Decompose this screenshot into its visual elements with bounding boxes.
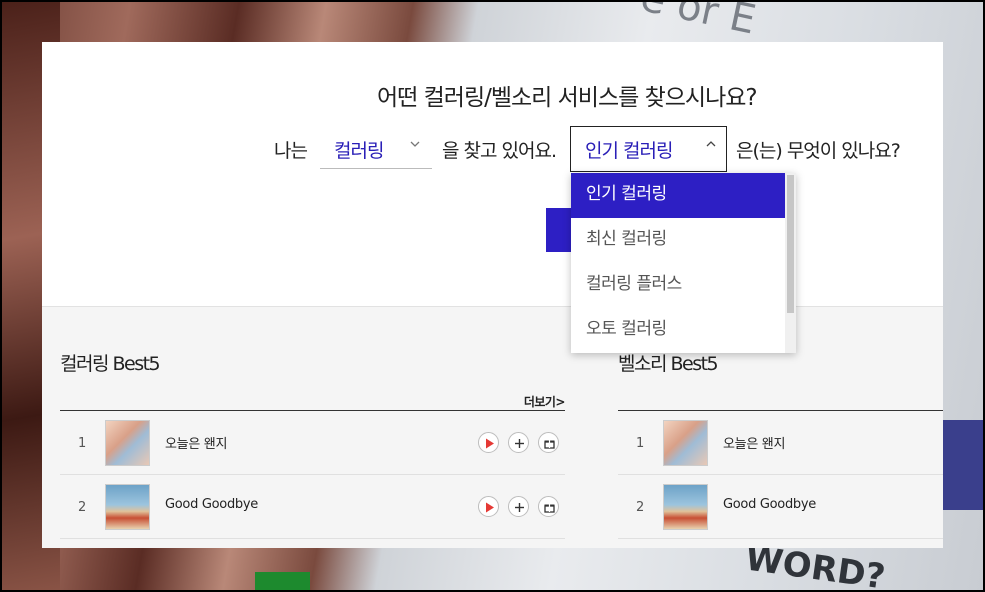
- gift-icon: [544, 440, 555, 449]
- play-button[interactable]: [478, 496, 499, 517]
- table-row[interactable]: 2 Good Goodbye: [618, 475, 943, 539]
- dropdown-scrollbar[interactable]: [785, 173, 796, 353]
- play-icon: [486, 438, 494, 449]
- song-title: 오늘은 왠지: [723, 437, 786, 452]
- sentence-prefix: 나는: [274, 140, 308, 162]
- scrollbar-thumb[interactable]: [787, 175, 794, 313]
- best-lists-section: 컬러링 Best5 더보기> 1 오늘은 왠지 2 Good Goodbye 벨…: [42, 306, 943, 548]
- background-decoration-green: [255, 572, 310, 592]
- service-type-select[interactable]: 컬러링: [320, 131, 432, 169]
- gift-icon: [544, 504, 555, 513]
- plus-icon: [515, 439, 524, 448]
- service-type-value: 컬러링: [334, 140, 384, 162]
- dropdown-option[interactable]: 인기 컬러링: [571, 173, 785, 218]
- rank-number: 2: [78, 500, 87, 515]
- background-decoration-block: [943, 420, 985, 510]
- rank-number: 2: [636, 500, 645, 515]
- play-button[interactable]: [478, 432, 499, 453]
- song-title: Good Goodbye: [723, 497, 816, 512]
- song-title: 오늘은 왠지: [165, 437, 228, 452]
- rank-number: 1: [78, 436, 87, 451]
- gift-button[interactable]: [538, 496, 559, 517]
- finder-sentence: 나는 컬러링 을 찾고 있어요. 인기 컬러링 은(는) 무엇이 있나요?: [42, 126, 943, 172]
- gift-button[interactable]: [538, 432, 559, 453]
- dropdown-option[interactable]: 최신 컬러링: [571, 218, 785, 263]
- album-art: [663, 420, 708, 466]
- chevron-up-icon: [706, 137, 716, 153]
- table-row[interactable]: 2 Good Goodbye: [60, 475, 565, 539]
- play-icon: [486, 502, 494, 513]
- category-dropdown-menu: 인기 컬러링 최신 컬러링 컬러링 플러스 오토 컬러링: [571, 173, 796, 353]
- category-select-value: 인기 컬러링: [585, 140, 673, 162]
- service-finder-panel: 어떤 컬러링/벨소리 서비스를 찾으시나요? 나는 컬러링 을 찾고 있어요. …: [42, 42, 943, 548]
- rank-number: 1: [636, 436, 645, 451]
- finder-question: 어떤 컬러링/벨소리 서비스를 찾으시나요?: [377, 85, 758, 111]
- song-title: Good Goodbye: [165, 497, 258, 512]
- chevron-down-icon: [410, 137, 420, 153]
- coloring-best5-title: 컬러링 Best5: [60, 353, 161, 375]
- dropdown-option[interactable]: 오토 컬러링: [571, 308, 785, 353]
- plus-icon: [515, 503, 524, 512]
- sentence-middle: 을 찾고 있어요.: [442, 140, 557, 162]
- add-button[interactable]: [508, 432, 529, 453]
- category-select[interactable]: 인기 컬러링: [570, 126, 727, 172]
- bell-best5-title: 벨소리 Best5: [618, 353, 719, 375]
- album-art: [105, 420, 150, 466]
- add-button[interactable]: [508, 496, 529, 517]
- album-art: [105, 484, 150, 530]
- more-link[interactable]: 더보기>: [524, 393, 566, 410]
- album-art: [663, 484, 708, 530]
- table-row[interactable]: 1 오늘은 왠지: [618, 411, 943, 475]
- dropdown-option[interactable]: 컬러링 플러스: [571, 263, 785, 308]
- table-row[interactable]: 1 오늘은 왠지: [60, 411, 565, 475]
- sentence-suffix: 은(는) 무엇이 있나요?: [736, 140, 901, 162]
